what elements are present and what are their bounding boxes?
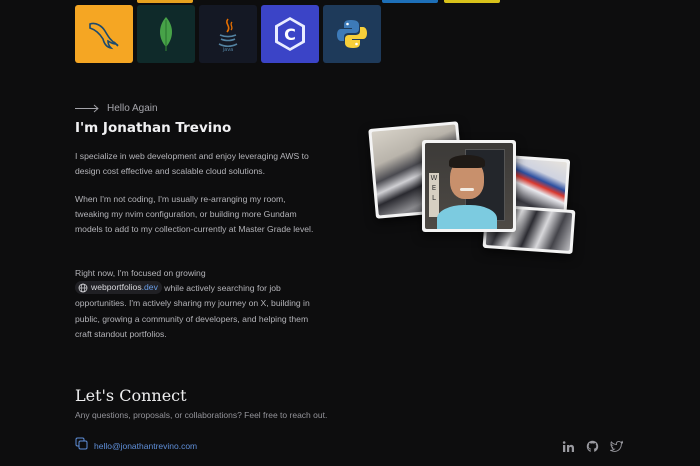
arrow-right-icon bbox=[75, 104, 99, 113]
connect-heading: Let's Connect bbox=[75, 386, 187, 405]
hello-eyebrow: Hello Again bbox=[75, 103, 158, 114]
photo-portrait: WEL bbox=[422, 140, 516, 232]
webportfolios-link[interactable]: webportfolios .dev bbox=[75, 281, 162, 295]
globe-icon bbox=[78, 283, 88, 293]
linkedin-icon[interactable] bbox=[562, 440, 575, 453]
c-language-icon: C bbox=[272, 15, 308, 53]
email-link[interactable]: hello@jonathantrevino.com bbox=[94, 441, 197, 451]
top-accent-bar bbox=[137, 0, 193, 3]
email-row: hello@jonathantrevino.com bbox=[75, 437, 197, 455]
twitter-icon[interactable] bbox=[610, 440, 623, 453]
mongodb-leaf-icon bbox=[154, 14, 178, 54]
skill-tile-mongodb bbox=[137, 5, 195, 63]
chip-tld: .dev bbox=[141, 282, 158, 293]
svg-text:java: java bbox=[222, 47, 233, 52]
java-cup-icon: java bbox=[213, 16, 243, 52]
chip-domain: webportfolios bbox=[91, 282, 142, 293]
bio-paragraph-1: I specialize in web development and enjo… bbox=[75, 151, 309, 177]
page-title: I'm Jonathan Trevino bbox=[75, 120, 232, 136]
bio-paragraph-3-start: Right now, I'm focused on growing bbox=[75, 268, 206, 278]
github-icon[interactable] bbox=[586, 440, 599, 453]
top-accent-bar bbox=[444, 0, 500, 3]
bio-paragraph-2: When I'm not coding, I'm usually re-arra… bbox=[75, 194, 314, 235]
skill-tile-mysql bbox=[75, 5, 133, 63]
copy-icon[interactable] bbox=[75, 437, 88, 455]
bio-paragraph-3: Right now, I'm focused on growing webpor… bbox=[75, 266, 315, 342]
skill-tile-c: C bbox=[261, 5, 319, 63]
top-accent-bar bbox=[382, 0, 438, 3]
svg-text:C: C bbox=[284, 25, 296, 44]
skill-tile-python bbox=[323, 5, 381, 63]
python-icon bbox=[335, 17, 369, 51]
mysql-dolphin-icon bbox=[84, 14, 124, 54]
connect-subtitle: Any questions, proposals, or collaborati… bbox=[75, 410, 328, 420]
social-links bbox=[562, 440, 623, 453]
skill-tile-java: java bbox=[199, 5, 257, 63]
hello-text: Hello Again bbox=[107, 103, 158, 114]
skills-row: java C bbox=[75, 5, 381, 63]
